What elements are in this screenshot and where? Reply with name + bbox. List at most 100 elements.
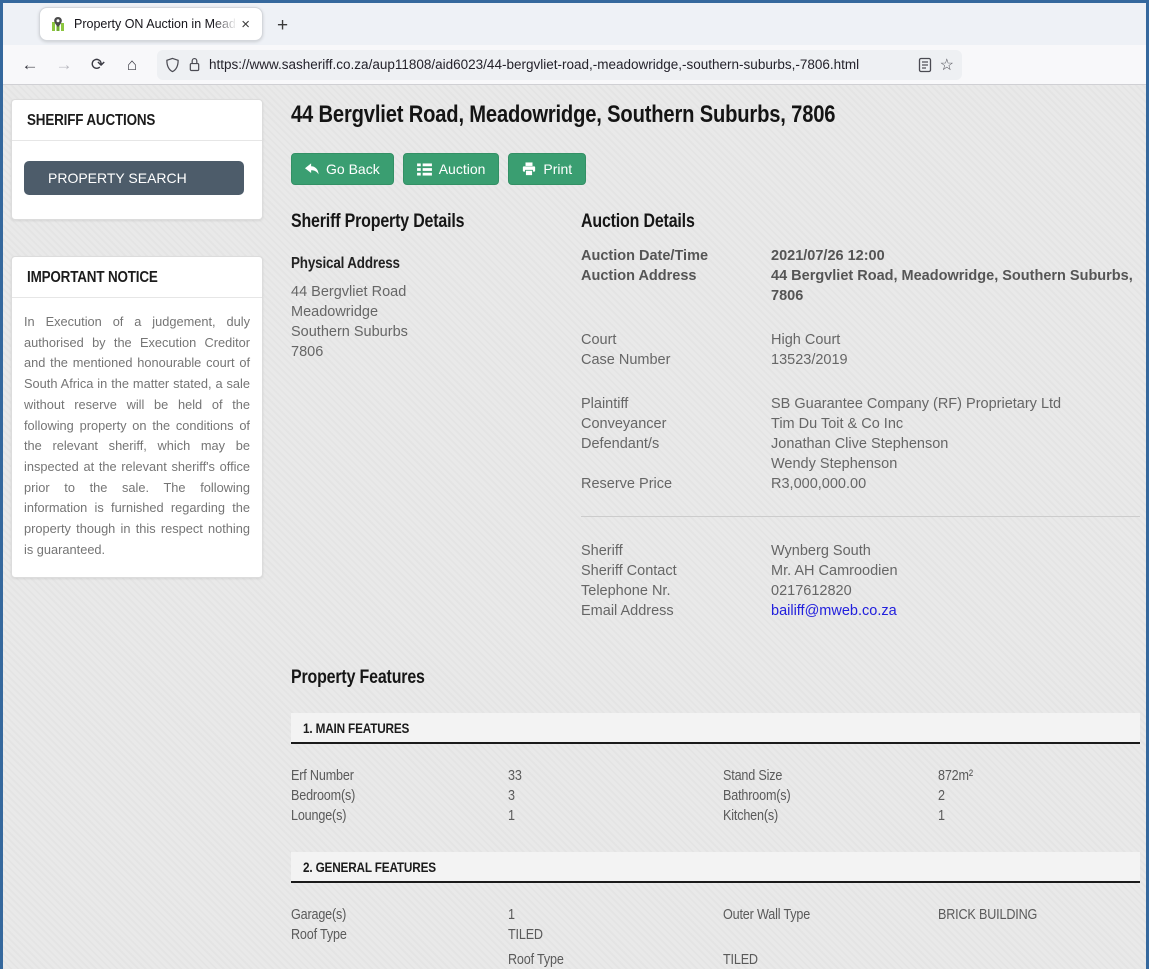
auction-button[interactable]: Auction <box>403 153 500 185</box>
feature-label: Kitchen(s) <box>723 806 938 826</box>
feature-value: BRICK BUILDING <box>938 905 1140 925</box>
feature-label <box>291 950 508 969</box>
detail-value: Mr. AH Camroodien <box>771 561 1140 581</box>
detail-value: 44 Bergvliet Road, Meadowridge, Southern… <box>771 266 1140 306</box>
feature-label: Outer Wall Type <box>723 905 938 925</box>
new-tab-icon[interactable]: + <box>277 16 288 35</box>
site-favicon <box>50 16 66 32</box>
detail-value: High Court <box>771 330 1140 350</box>
printer-icon <box>522 162 536 176</box>
detail-value: Tim Du Toit & Co Inc <box>771 414 1140 434</box>
general-features-header: 2. GENERAL FEATURES <box>291 852 1140 883</box>
sidebar: SHERIFF AUCTIONS PROPERTY SEARCH IMPORTA… <box>11 99 263 969</box>
feature-label: Lounge(s) <box>291 806 508 826</box>
toolbar: Go Back Auction Print <box>291 153 1140 185</box>
page-title: 44 Bergvliet Road, Meadowridge, Southern… <box>291 101 835 129</box>
detail-value: 0217612820 <box>771 581 1140 601</box>
address-line: Southern Suburbs <box>291 322 581 342</box>
general-features-table: Garage(s) 1 Outer Wall Type BRICK BUILDI… <box>291 905 1140 969</box>
property-search-button[interactable]: PROPERTY SEARCH <box>24 161 244 195</box>
feature-label: Erf Number <box>291 766 508 786</box>
detail-label: Reserve Price <box>581 474 771 494</box>
bookmark-star-icon[interactable]: ☆ <box>940 55 954 75</box>
auction-sheriff-group: Sheriff Wynberg South Sheriff Contact Mr… <box>581 541 1140 621</box>
feature-value: 1 <box>508 905 723 925</box>
url-text[interactable]: https://www.sasheriff.co.za/aup11808/aid… <box>209 57 910 72</box>
page-content: SHERIFF AUCTIONS PROPERTY SEARCH IMPORTA… <box>3 85 1146 969</box>
tab-close-icon[interactable]: × <box>237 15 254 34</box>
lock-icon[interactable] <box>188 57 201 72</box>
sheriff-auctions-card: SHERIFF AUCTIONS PROPERTY SEARCH <box>11 99 263 220</box>
reader-view-icon[interactable] <box>918 57 932 73</box>
feature-label <box>723 925 938 945</box>
email-link[interactable]: bailiff@mweb.co.za <box>771 603 897 619</box>
detail-value: R3,000,000.00 <box>771 474 1140 494</box>
feature-label: Bathroom(s) <box>723 786 938 806</box>
feature-label: Roof Type <box>291 925 508 945</box>
print-button[interactable]: Print <box>508 153 586 185</box>
feature-label: Roof Type <box>508 950 723 969</box>
feature-label: Stand Size <box>723 766 938 786</box>
feature-label: Bedroom(s) <box>291 786 508 806</box>
go-back-button[interactable]: Go Back <box>291 153 394 185</box>
detail-value: Wendy Stephenson <box>771 454 1140 474</box>
reply-arrow-icon <box>305 163 319 176</box>
reload-icon[interactable]: ⟳ <box>81 55 115 75</box>
forward-icon[interactable]: → <box>47 55 81 75</box>
feature-label: Garage(s) <box>291 905 508 925</box>
auction-primary-group: Auction Date/Time 2021/07/26 12:00 Aucti… <box>581 246 1140 306</box>
sheriff-auctions-title: SHERIFF AUCTIONS <box>27 112 155 130</box>
detail-value: bailiff@mweb.co.za <box>771 601 1140 621</box>
feature-value <box>938 950 1140 969</box>
home-icon[interactable]: ⌂ <box>115 55 149 75</box>
important-notice-card: IMPORTANT NOTICE In Execution of a judge… <box>11 256 263 578</box>
feature-value: 2 <box>938 786 1140 806</box>
detail-value: 13523/2019 <box>771 350 1140 370</box>
address-line: 7806 <box>291 342 581 362</box>
important-notice-text: In Execution of a judgement, duly author… <box>24 312 250 561</box>
detail-label: Conveyancer <box>581 414 771 434</box>
property-features-title: Property Features <box>291 667 425 689</box>
detail-label: Defendant/s <box>581 434 771 454</box>
detail-label: Email Address <box>581 601 771 621</box>
detail-label: Sheriff <box>581 541 771 561</box>
property-details-title: Sheriff Property Details <box>291 211 464 233</box>
tab-title: Property ON Auction in Meado <box>74 17 237 31</box>
auction-details: Auction Details Auction Date/Time 2021/0… <box>581 211 1140 621</box>
browser-tab[interactable]: Property ON Auction in Meado × <box>39 7 263 41</box>
feature-value: 33 <box>508 766 723 786</box>
section-divider <box>581 516 1140 517</box>
browser-window: Property ON Auction in Meado × + ← → ⟳ ⌂… <box>0 0 1149 969</box>
list-icon <box>417 163 432 176</box>
feature-value: 872m² <box>938 766 1140 786</box>
feature-value: TILED <box>508 925 723 945</box>
detail-label: Plaintiff <box>581 394 771 414</box>
tab-strip: Property ON Auction in Meado × + <box>3 3 1146 45</box>
feature-value: 1 <box>508 806 723 826</box>
feature-value: 3 <box>508 786 723 806</box>
feature-value <box>938 925 1140 945</box>
auction-details-title: Auction Details <box>581 211 695 233</box>
detail-label: Court <box>581 330 771 350</box>
detail-label: Case Number <box>581 350 771 370</box>
important-notice-title: IMPORTANT NOTICE <box>27 269 158 287</box>
main-features-header: 1. MAIN FEATURES <box>291 713 1140 744</box>
shield-icon[interactable] <box>165 57 180 73</box>
detail-label: Sheriff Contact <box>581 561 771 581</box>
navigation-bar: ← → ⟳ ⌂ https://www.sasheriff.co.za/aup1… <box>3 45 1146 85</box>
feature-value: TILED <box>723 950 938 969</box>
detail-label: Auction Date/Time <box>581 246 771 266</box>
detail-value: SB Guarantee Company (RF) Proprietary Lt… <box>771 394 1140 414</box>
address-line: Meadowridge <box>291 302 581 322</box>
detail-label <box>581 454 771 474</box>
detail-value: Wynberg South <box>771 541 1140 561</box>
back-icon[interactable]: ← <box>13 55 47 75</box>
detail-value: Jonathan Clive Stephenson <box>771 434 1140 454</box>
detail-label: Auction Address <box>581 266 771 306</box>
address-line: 44 Bergvliet Road <box>291 282 581 302</box>
url-bar[interactable]: https://www.sasheriff.co.za/aup11808/aid… <box>157 50 962 80</box>
detail-label: Telephone Nr. <box>581 581 771 601</box>
physical-address-title: Physical Address <box>291 255 400 273</box>
detail-value: 2021/07/26 12:00 <box>771 246 1140 266</box>
main-features-table: Erf Number 33 Stand Size 872m² Bedroom(s… <box>291 766 1140 826</box>
